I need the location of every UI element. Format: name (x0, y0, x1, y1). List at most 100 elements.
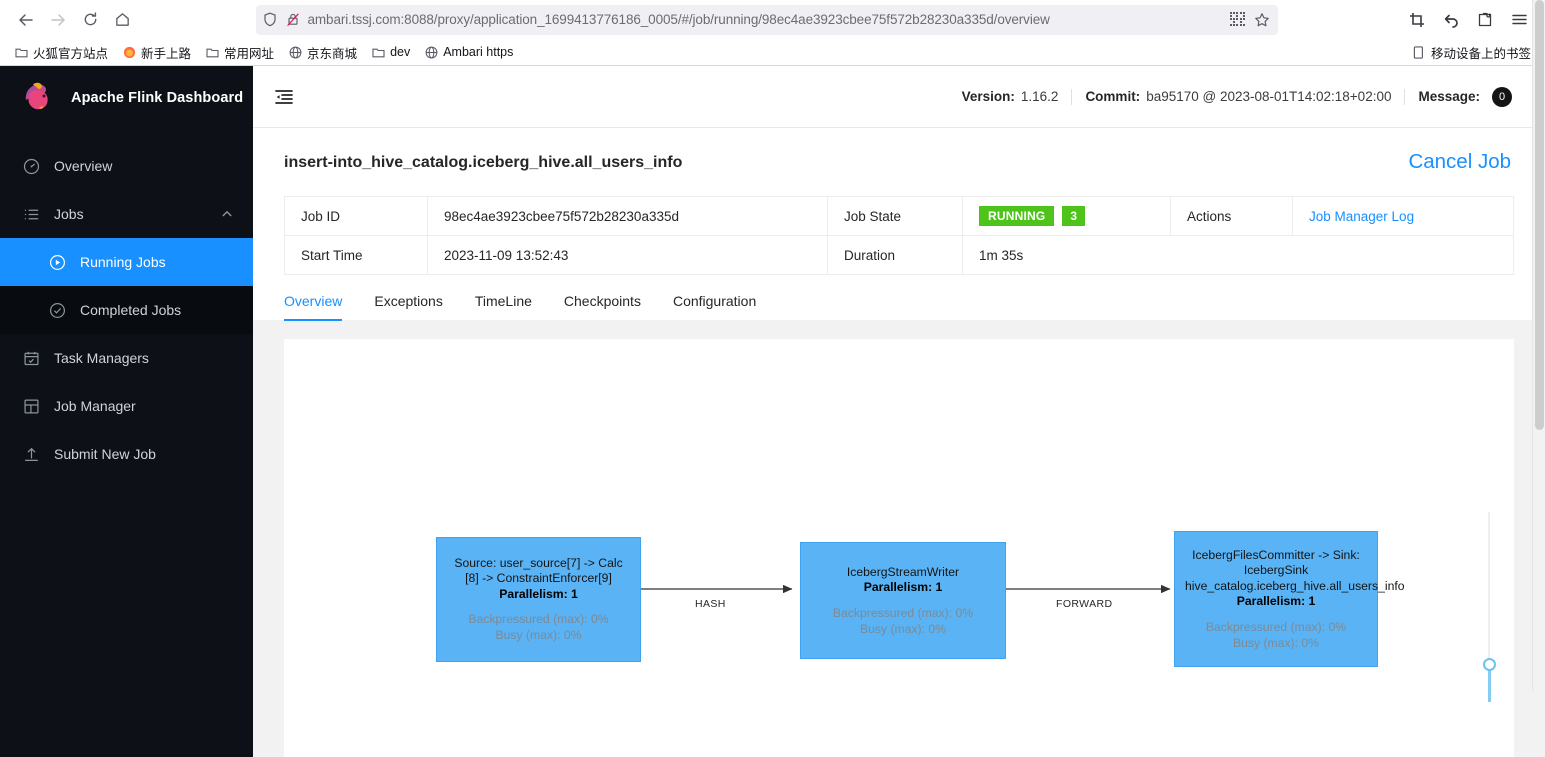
mobile-bookmarks-item[interactable]: 移动设备上的书签 (1406, 41, 1537, 64)
main-area: Version: 1.16.2 Commit: ba95170 @ 2023-0… (253, 66, 1545, 757)
graph-node[interactable]: Source: user_source[7] -> Calc [8] -> Co… (436, 537, 641, 662)
commit-label: Commit: (1085, 89, 1141, 104)
calendar-check-icon (22, 349, 40, 367)
url-bar-wrap: ambari.tssj.com:8088/proxy/application_1… (138, 4, 1395, 35)
commit-meta: Commit: ba95170 @ 2023-08-01T14:02:18+02… (1072, 89, 1404, 104)
layout-icon (22, 397, 40, 415)
play-circle-icon (48, 253, 66, 271)
actions-cell: Job Manager Log (1292, 196, 1514, 236)
version-label: Version: (961, 89, 1015, 104)
page-scrollbar[interactable] (1532, 0, 1545, 691)
tab-overview[interactable]: Overview (284, 293, 343, 321)
graph-zoom-slider[interactable] (1481, 512, 1497, 702)
table-row: Start Time 2023-11-09 13:52:43 Duration … (284, 235, 1514, 275)
edge-label-hash: HASH (695, 598, 726, 610)
topbar: Version: 1.16.2 Commit: ba95170 @ 2023-0… (253, 66, 1545, 128)
message-meta[interactable]: Message: 0 (1405, 86, 1525, 107)
version-meta: Version: 1.16.2 (949, 89, 1072, 104)
sidebar-item-overview[interactable]: Overview (0, 142, 253, 190)
graph-node-busy: Busy (max): 0% (1232, 635, 1319, 650)
sidebar-item-completed-jobs[interactable]: Completed Jobs (0, 286, 253, 334)
tab-configuration[interactable]: Configuration (673, 293, 756, 320)
graph-canvas-outer: Source: user_source[7] -> Calc [8] -> Co… (253, 321, 1545, 757)
table-row: Job ID 98ec4ae3923cbee75f572b28230a335d … (284, 196, 1514, 236)
duration-value: 1m 35s (962, 235, 1514, 275)
tab-checkpoints[interactable]: Checkpoints (564, 293, 641, 320)
back-icon[interactable] (10, 5, 42, 35)
edge-label-forward: FORWARD (1056, 598, 1113, 610)
mobile-bookmarks-label: 移动设备上的书签 (1430, 46, 1531, 61)
sidebar-label: Jobs (54, 206, 84, 222)
qr-code-icon[interactable] (1230, 12, 1246, 28)
graph-node[interactable]: IcebergFilesCommitter -> Sink: IcebergSi… (1174, 531, 1405, 667)
sidebar-item-task-managers[interactable]: Task Managers (0, 334, 253, 382)
zoom-slider-knob[interactable] (1482, 658, 1496, 671)
sync-back-icon[interactable] (1435, 5, 1467, 35)
job-graph: Source: user_source[7] -> Calc [8] -> Co… (284, 339, 1514, 757)
upload-icon (22, 445, 40, 463)
graph-node[interactable]: IcebergStreamWriter Parallelism: 1 Backp… (800, 542, 1006, 659)
graph-node-parallelism: Parallelism: 1 (863, 580, 943, 594)
tab-timeline[interactable]: TimeLine (475, 293, 532, 320)
sidebar-label: Completed Jobs (80, 302, 182, 318)
bookmark-item[interactable]: 京东商城 (282, 41, 363, 64)
job-tabs: Overview Exceptions TimeLine Checkpoints… (253, 275, 1545, 321)
bookmark-label: 常用网址 (224, 46, 275, 61)
actions-label: Actions (1170, 196, 1293, 236)
graph-node-parallelism: Parallelism: 1 (1236, 594, 1316, 608)
job-graph-canvas[interactable]: Source: user_source[7] -> Calc [8] -> Co… (284, 339, 1514, 757)
url-text[interactable]: ambari.tssj.com:8088/proxy/application_1… (308, 12, 1223, 27)
chevron-up-icon[interactable] (219, 208, 235, 220)
star-icon[interactable] (1254, 12, 1270, 28)
job-id-value: 98ec4ae3923cbee75f572b28230a335d (427, 196, 828, 236)
brand[interactable]: Apache Flink Dashboard (0, 66, 253, 130)
sidebar-item-running-jobs[interactable]: Running Jobs (0, 238, 253, 286)
bookmark-label: dev (390, 45, 411, 59)
start-time-label: Start Time (284, 235, 428, 275)
topbar-meta: Version: 1.16.2 Commit: ba95170 @ 2023-0… (949, 86, 1525, 107)
screenshot-icon[interactable] (1401, 5, 1433, 35)
bookmark-item[interactable]: Ambari https (418, 43, 519, 61)
menu-fold-icon[interactable] (273, 86, 295, 108)
content: insert-into_hive_catalog.iceberg_hive.al… (253, 128, 1545, 757)
cancel-job-button[interactable]: Cancel Job (1408, 150, 1511, 174)
browser-nav-bar: ambari.tssj.com:8088/proxy/application_1… (0, 0, 1545, 39)
bookmark-item[interactable]: 新手上路 (116, 41, 197, 64)
sidebar-item-job-manager[interactable]: Job Manager (0, 382, 253, 430)
sidebar-item-jobs[interactable]: Jobs (0, 190, 253, 238)
globe-icon (288, 45, 302, 59)
commit-value: ba95170 @ 2023-08-01T14:02:18+02:00 (1146, 89, 1392, 104)
duration-label: Duration (827, 235, 963, 275)
job-manager-log-link[interactable]: Job Manager Log (1309, 209, 1414, 224)
home-icon[interactable] (106, 5, 138, 35)
version-value: 1.16.2 (1020, 89, 1059, 104)
address-bar[interactable]: ambari.tssj.com:8088/proxy/application_1… (255, 4, 1278, 35)
bookmark-label: 京东商城 (307, 46, 358, 61)
bookmark-label: 新手上路 (141, 46, 192, 61)
extensions-icon[interactable] (1469, 5, 1501, 35)
scrollbar-thumb[interactable] (1535, 0, 1544, 430)
bookmark-item[interactable]: 火狐官方站点 (8, 41, 114, 64)
flink-logo-icon (20, 80, 58, 116)
shield-icon[interactable] (262, 12, 278, 28)
list-icon (22, 205, 40, 223)
job-state-label: Job State (827, 196, 963, 236)
bookmark-label: 火狐官方站点 (33, 46, 109, 61)
bookmark-item[interactable]: dev (365, 43, 416, 61)
job-state-value-cell: RUNNING 3 (962, 196, 1171, 236)
bookmarks-bar: 火狐官方站点 新手上路 常用网址 京东商城 dev Ambari https 移… (0, 39, 1545, 66)
page-title: insert-into_hive_catalog.iceberg_hive.al… (284, 154, 683, 171)
bookmark-label: Ambari https (443, 45, 514, 59)
flink-dashboard: Apache Flink Dashboard Overview Jobs Run… (0, 0, 1545, 757)
bookmark-item[interactable]: 常用网址 (199, 41, 280, 64)
graph-node-name: IcebergStreamWriter (846, 564, 960, 579)
sidebar-item-submit-new-job[interactable]: Submit New Job (0, 430, 253, 478)
browser-chrome: ambari.tssj.com:8088/proxy/application_1… (0, 0, 1545, 66)
check-circle-icon (48, 301, 66, 319)
graph-node-backpressure: Backpressured (max): 0% (468, 612, 609, 627)
reload-icon[interactable] (74, 5, 106, 35)
app-menu-icon[interactable] (1503, 5, 1535, 35)
tab-exceptions[interactable]: Exceptions (374, 293, 442, 320)
graph-node-backpressure: Backpressured (max): 0% (1205, 619, 1347, 634)
lock-crossed-icon[interactable] (285, 12, 301, 28)
